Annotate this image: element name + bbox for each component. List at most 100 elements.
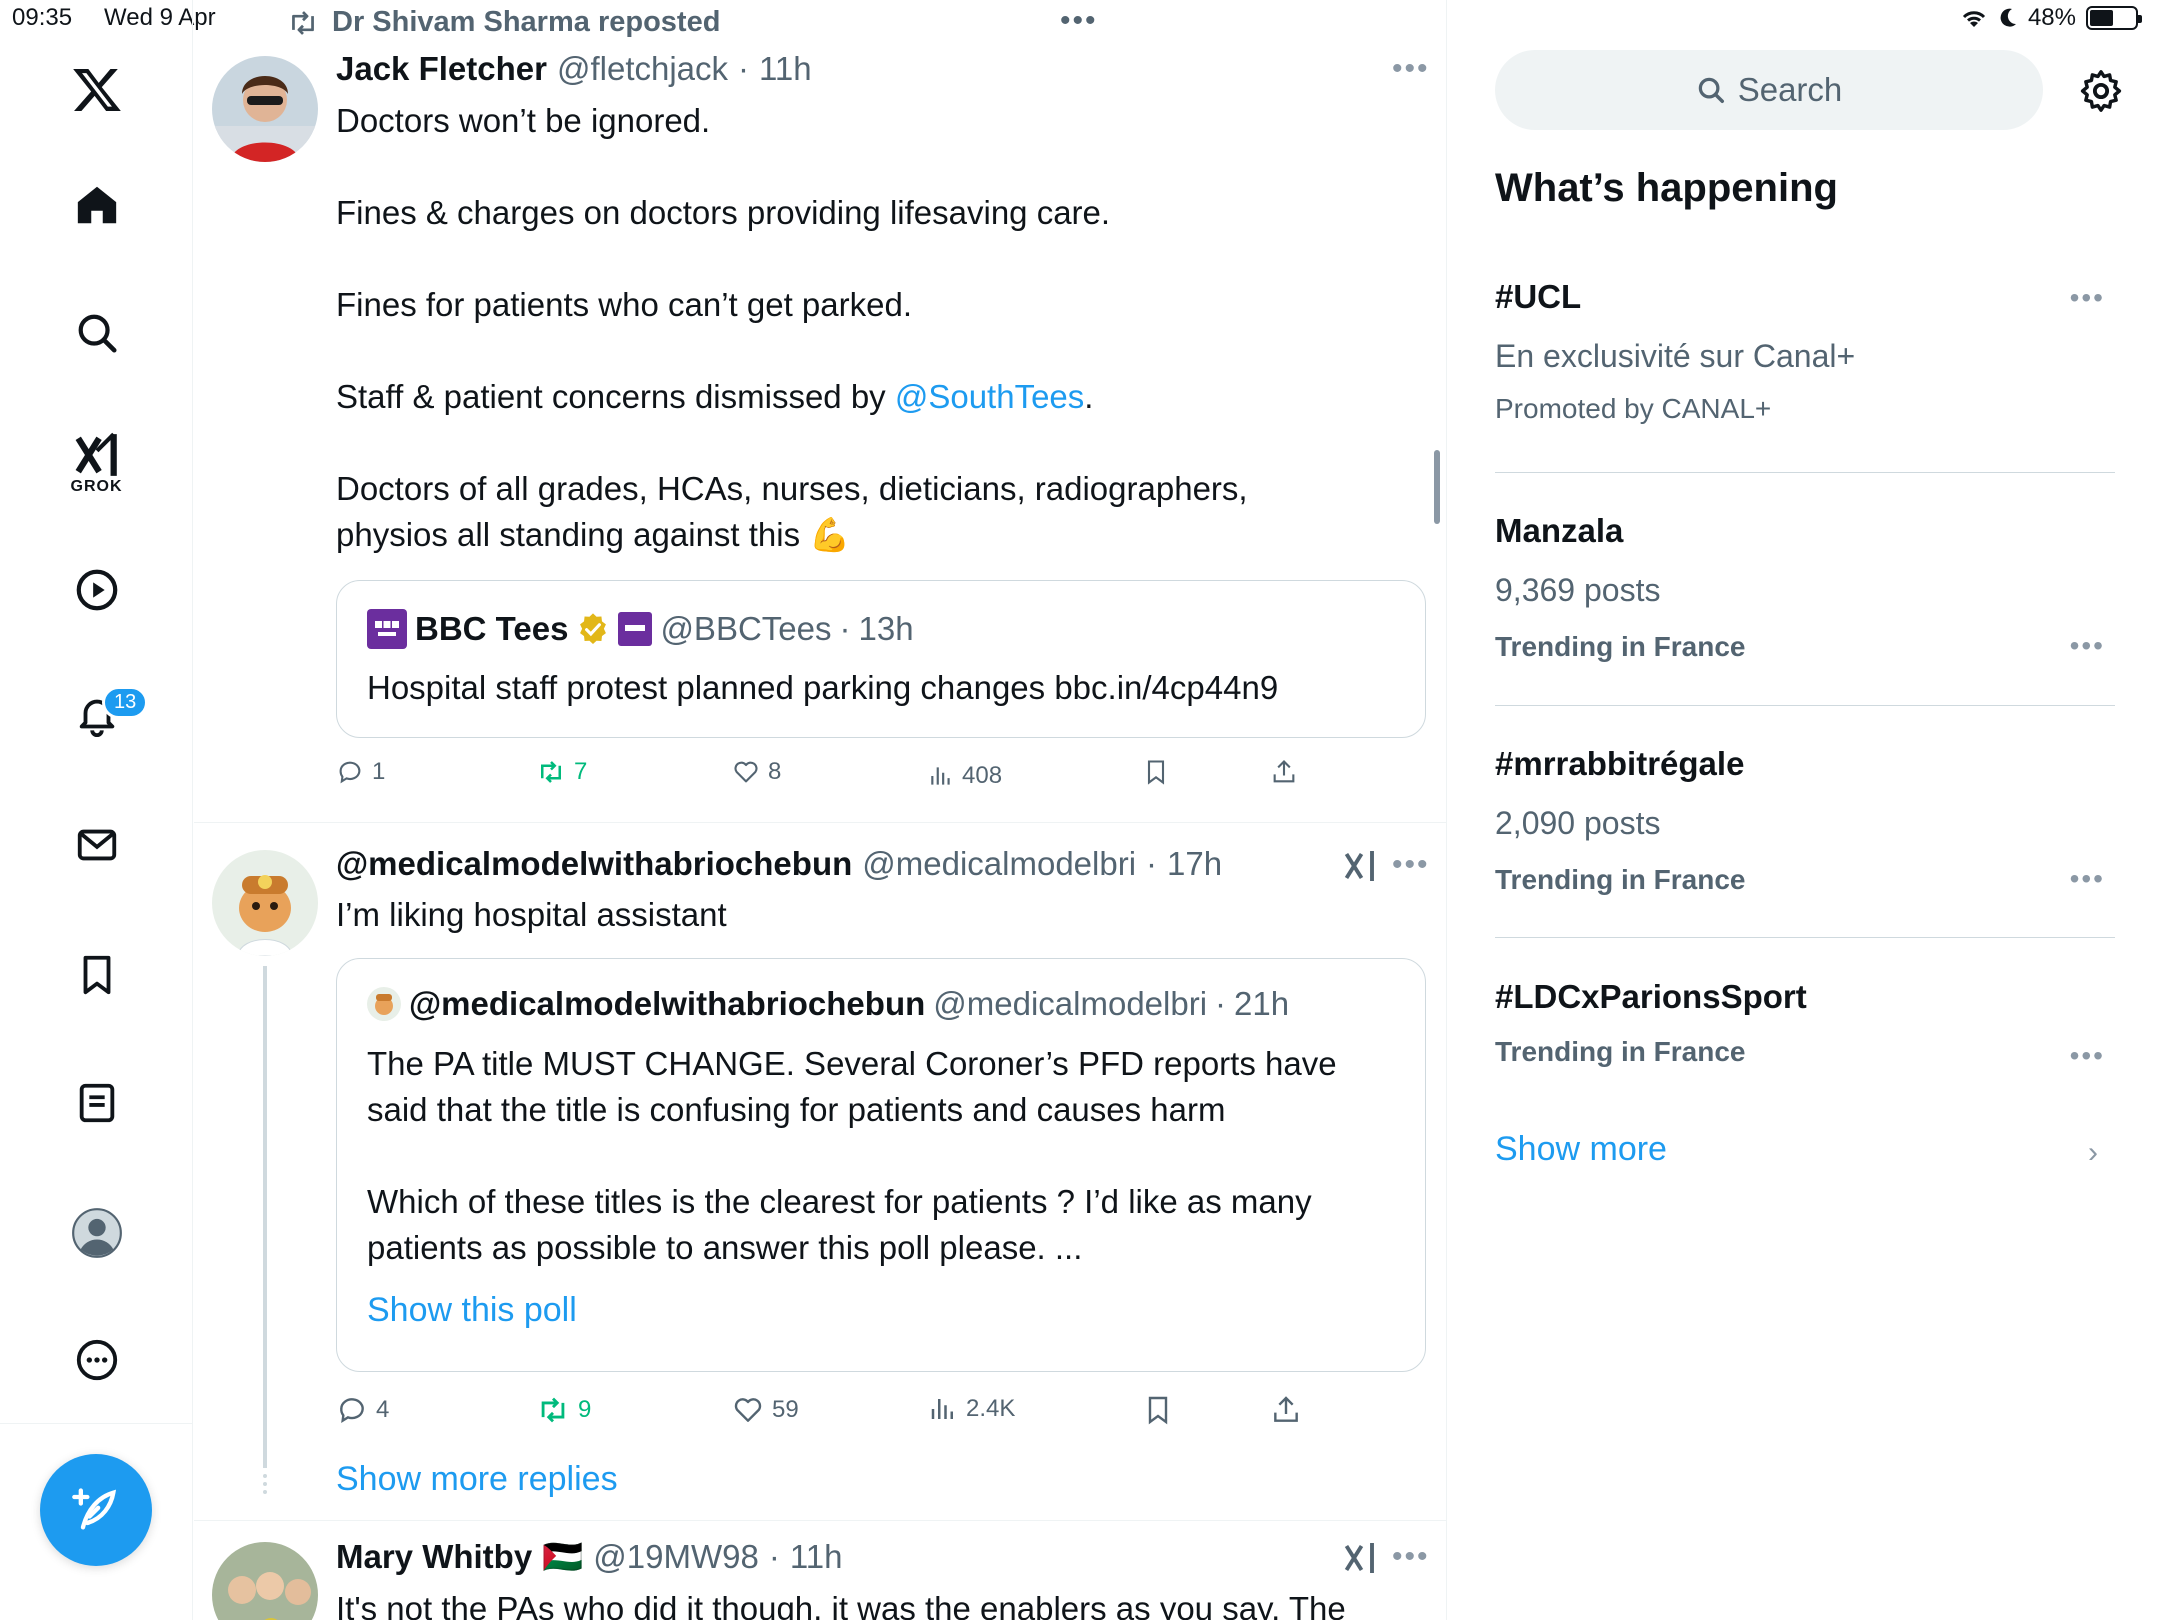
tweet2-author-handle[interactable]: @medicalmodelbri	[862, 845, 1136, 883]
tweet1-separator-dot: ·	[738, 50, 750, 87]
grok-nav-item[interactable]: GROK	[0, 428, 193, 500]
tweet2-reply-button[interactable]: 4	[336, 1394, 389, 1426]
whats-happening-heading: What’s happening	[1495, 166, 1838, 210]
profile-avatar-icon[interactable]	[0, 1205, 193, 1261]
tweet1-more-button[interactable]: •••	[1392, 52, 1430, 86]
tweet3-author-name[interactable]: Mary Whitby	[336, 1538, 532, 1576]
tweet2-views-button[interactable]: 2.4K	[928, 1394, 1015, 1424]
search-bar[interactable]: Search	[1495, 50, 2043, 130]
notifications-badge: 13	[102, 686, 149, 719]
quote1-header: BBC Tees @BBCTees · 13h	[367, 609, 914, 649]
grok-label: GROK	[70, 478, 123, 495]
repost-icon	[292, 10, 314, 35]
trend-more-button[interactable]: •••	[2070, 863, 2105, 895]
scrollbar[interactable]	[1434, 450, 1440, 524]
tweet2-author-name[interactable]: @medicalmodelwithabriochebun	[336, 845, 852, 883]
trend-item-ldcxparionssport[interactable]: #LDCxParionsSport Trending in France •••	[1495, 978, 2115, 1071]
trend-more-button[interactable]: •••	[2070, 1040, 2105, 1072]
tweet2-repost-button[interactable]: 9	[536, 1394, 591, 1426]
southtees-mention-link[interactable]: @SouthTees	[895, 378, 1084, 415]
tweet1-quoted-tweet[interactable]: BBC Tees @BBCTees · 13h Hospital staff p…	[336, 580, 1426, 738]
gold-verified-badge-icon	[580, 613, 607, 644]
tweet2-grok-icon[interactable]	[1342, 848, 1378, 889]
medicalmodel-avatar[interactable]	[212, 850, 318, 956]
tweet1-author-name[interactable]: Jack Fletcher	[336, 50, 547, 88]
trend-subtitle: 2,090 posts	[1495, 805, 1661, 841]
tweet1-author-handle[interactable]: @fletchjack	[557, 50, 728, 88]
trend-separator	[1495, 937, 2115, 938]
quote2-paragraph: The PA title MUST CHANGE. Several Corone…	[367, 1045, 1337, 1128]
trend-subtitle: En exclusivité sur Canal+	[1495, 338, 1856, 374]
right-sidebar: Search What’s happening #UCL En exclusiv…	[1448, 0, 2160, 1620]
trend-meta: Promoted by CANAL+	[1495, 393, 1772, 424]
quote1-author-name[interactable]: BBC Tees	[415, 610, 568, 648]
tweet2-timestamp[interactable]: 17h	[1167, 845, 1222, 883]
tweet2-body: I’m liking hospital assistant	[336, 896, 727, 933]
quote2-separator-dot: ·	[1215, 985, 1227, 1022]
repost-icon	[541, 761, 561, 783]
quote1-author-handle[interactable]: @BBCTees	[660, 610, 831, 648]
bookmarks-icon[interactable]	[0, 950, 193, 1000]
trend-item-manzala[interactable]: Manzala 9,369 posts Trending in France •…	[1495, 512, 2115, 663]
trend-more-button[interactable]: •••	[2070, 282, 2105, 314]
tweet1-bookmark-button[interactable]	[1142, 758, 1170, 786]
thread-dots	[263, 1474, 267, 1494]
tweet1-header: Jack Fletcher @fletchjack · 11h	[336, 50, 812, 88]
tweet3-grok-icon[interactable]	[1342, 1540, 1378, 1581]
tweet1-views-button[interactable]: 408	[928, 762, 1002, 790]
bookmark-icon	[1148, 1396, 1168, 1425]
search-icon	[1698, 77, 1724, 103]
tweet2-view-count: 2.4K	[966, 1395, 1016, 1422]
x-logo-icon[interactable]	[0, 60, 193, 120]
tweet2-quoted-tweet[interactable]: @medicalmodelwithabriochebun @medicalmod…	[336, 958, 1426, 1372]
tweet1-view-count: 408	[962, 762, 1003, 789]
bbc-tees-avatar-icon	[367, 609, 407, 649]
video-play-icon[interactable]	[0, 565, 193, 615]
trend-item-ucl[interactable]: #UCL En exclusivité sur Canal+ Promoted …	[1495, 278, 2115, 425]
trend-more-button[interactable]: •••	[2070, 630, 2105, 662]
home-icon[interactable]	[0, 180, 193, 230]
medicalmodel-small-avatar-icon	[367, 987, 401, 1021]
tweet3-separator-dot: ·	[768, 1538, 780, 1575]
notifications-bell-icon[interactable]	[0, 690, 193, 740]
tweet3-timestamp[interactable]: 11h	[790, 1538, 843, 1576]
more-options-icon[interactable]	[0, 1335, 193, 1385]
tweet3-more-button[interactable]: •••	[1392, 1540, 1430, 1574]
tweet2-like-button[interactable]: 59	[732, 1394, 799, 1426]
tweet1-repost-button[interactable]: 7	[536, 758, 587, 786]
show-more-replies-link[interactable]: Show more replies	[336, 1460, 618, 1499]
lists-icon[interactable]	[0, 1078, 193, 1128]
quote1-timestamp: 13h	[858, 610, 914, 647]
tweet1-timestamp[interactable]: 11h	[759, 50, 812, 88]
tweet1-like-count: 8	[768, 758, 782, 785]
quote2-author-name[interactable]: @medicalmodelwithabriochebun	[409, 985, 925, 1023]
left-nav: GROK 13	[0, 0, 193, 1620]
tweet1-reply-button[interactable]: 1	[336, 758, 385, 786]
tweet-separator	[194, 822, 1446, 823]
tweet2-share-button[interactable]	[1270, 1394, 1302, 1426]
messages-envelope-icon[interactable]	[0, 820, 193, 870]
quote2-header: @medicalmodelwithabriochebun @medicalmod…	[367, 985, 1289, 1023]
compose-feather-icon	[72, 1488, 117, 1530]
trend-item-mrrabbitregale[interactable]: #mrrabbitrégale 2,090 posts Trending in …	[1495, 745, 2115, 896]
show-this-poll-link[interactable]: Show this poll	[367, 1291, 577, 1330]
trend-title: #UCL	[1495, 278, 1582, 315]
quote1-text: Hospital staff protest planned parking c…	[367, 669, 1279, 706]
tweet2-bookmark-button[interactable]	[1142, 1394, 1174, 1426]
mary-whitby-avatar[interactable]	[212, 1542, 318, 1620]
tweet1-share-button[interactable]	[1270, 758, 1298, 786]
bookmark-icon	[1147, 760, 1165, 785]
chevron-right-icon[interactable]: ›	[2088, 1136, 2098, 1170]
tweet2-more-button[interactable]: •••	[1392, 848, 1430, 882]
jack-fletcher-avatar[interactable]	[212, 56, 318, 162]
quote2-author-handle[interactable]: @medicalmodelbri	[933, 985, 1207, 1023]
explore-search-icon[interactable]	[0, 308, 193, 358]
repost-indicator[interactable]: Dr Shivam Sharma reposted	[286, 6, 720, 39]
timeline-feed: Dr Shivam Sharma reposted Jack Fletcher …	[194, 0, 1447, 1620]
tweet1-like-button[interactable]: 8	[732, 758, 781, 786]
trend-meta: Trending in France	[1495, 864, 1746, 895]
show-more-trends-link[interactable]: Show more	[1495, 1130, 1667, 1169]
settings-gear-icon[interactable]	[2078, 68, 2124, 119]
tweet3-author-handle[interactable]: @19MW98	[593, 1538, 759, 1576]
compose-button[interactable]	[40, 1454, 152, 1566]
